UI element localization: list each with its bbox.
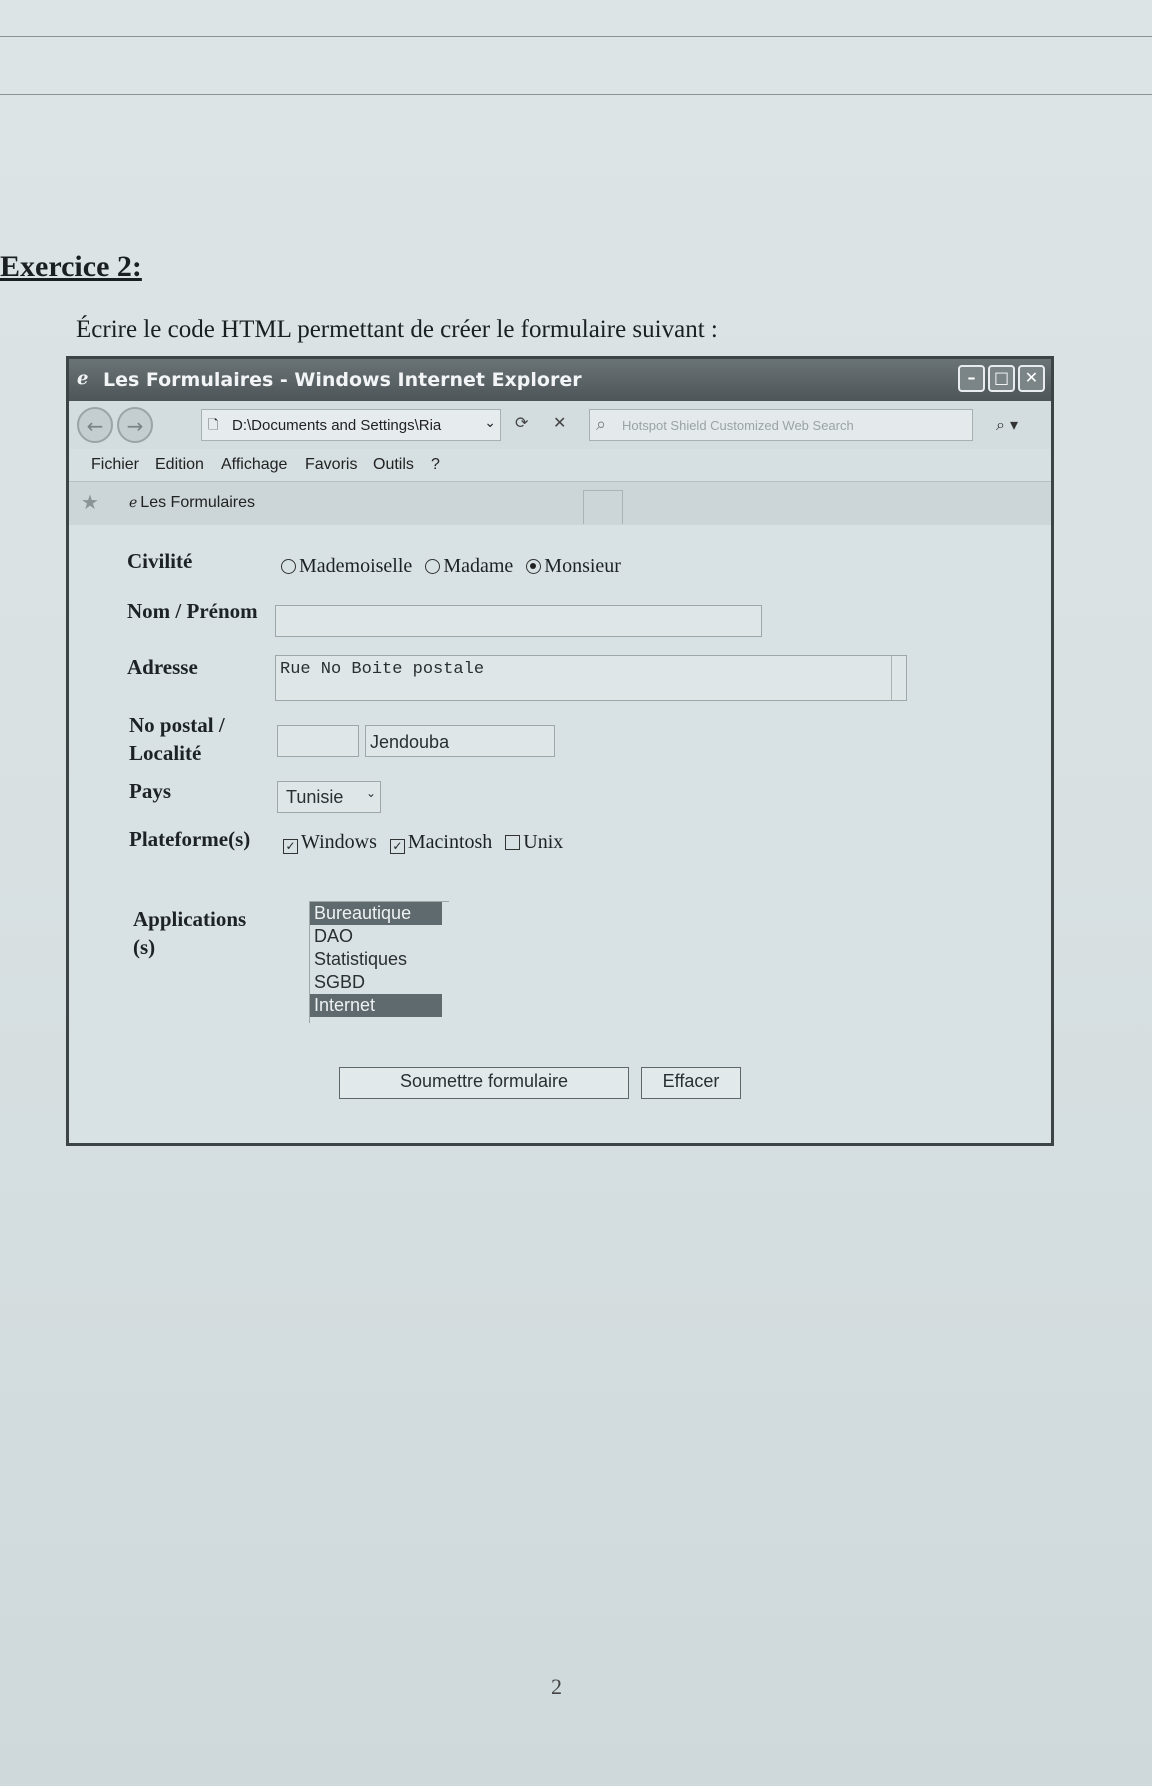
adresse-textarea[interactable]: Rue No Boite postale xyxy=(275,655,907,701)
chevron-down-icon[interactable]: ⌄ xyxy=(484,414,496,431)
menu-bar: Fichier Edition Affichage Favoris Outils… xyxy=(69,449,1051,481)
checkbox-checked-icon: ✓ xyxy=(283,839,298,854)
search-icon: ⌕ xyxy=(596,414,607,434)
applications-label-suffix: (s) xyxy=(133,935,156,959)
browser-window: ℯ Les Formulaires - Windows Internet Exp… xyxy=(66,356,1054,1146)
favorites-star-icon[interactable]: ★ xyxy=(81,490,99,515)
nom-label: Nom / Prénom xyxy=(127,599,258,623)
ie-page-icon: ℯ xyxy=(129,494,138,510)
tab-les-formulaires[interactable]: ℯ Les Formulaires xyxy=(129,494,255,512)
pays-select[interactable]: Tunisie ⌄ xyxy=(277,781,381,813)
checkbox-unchecked-icon xyxy=(505,835,521,850)
city-value: Jendouba xyxy=(370,732,450,752)
menu-item-affichage[interactable]: Affichage xyxy=(221,456,287,474)
new-tab-button[interactable] xyxy=(583,490,623,524)
list-item-sgbd[interactable]: SGBD xyxy=(310,971,449,994)
reset-button[interactable]: Effacer xyxy=(641,1067,741,1099)
search-go-icon[interactable]: ⌕ ▾ xyxy=(981,411,1033,439)
radio-monsieur[interactable]: Monsieur xyxy=(526,555,621,577)
list-item-dao[interactable]: DAO xyxy=(310,925,449,948)
checkbox-unix[interactable]: Unix xyxy=(505,831,563,853)
civilite-options: Mademoiselle Madame Monsieur xyxy=(281,555,621,578)
exercise-title: Exercice 2: xyxy=(0,250,142,283)
page-content: Civilité Mademoiselle Madame Monsieur No… xyxy=(69,525,1051,1143)
tab-title: Les Formulaires xyxy=(140,494,255,511)
header-rule-top xyxy=(0,36,1152,37)
search-input[interactable]: ⌕ Hotspot Shield Customized Web Search xyxy=(589,409,973,441)
radio-circle-icon xyxy=(281,559,296,574)
radio-circle-icon xyxy=(425,559,441,574)
radio-selected-icon xyxy=(526,559,542,574)
back-arrow-icon[interactable]: ← xyxy=(77,407,113,443)
refresh-icon[interactable]: ⟳ xyxy=(515,413,528,432)
minimize-icon[interactable]: – xyxy=(958,365,985,392)
browser-titlebar: ℯ Les Formulaires - Windows Internet Exp… xyxy=(69,359,1051,401)
exercise-instruction: Écrire le code HTML permettant de créer … xyxy=(76,316,718,343)
forward-arrow-icon[interactable]: → xyxy=(117,407,153,443)
postal-code-input[interactable] xyxy=(277,725,359,757)
city-input[interactable]: Jendouba xyxy=(365,725,555,757)
submit-button[interactable]: Soumettre formulaire xyxy=(339,1067,629,1099)
list-item-bureautique[interactable]: Bureautique xyxy=(310,902,442,925)
pays-label: Pays xyxy=(129,779,171,803)
plateforme-label: Plateforme(s) xyxy=(129,827,251,851)
checkbox-checked-icon: ✓ xyxy=(389,839,405,854)
page-icon: 🗋 xyxy=(208,417,219,432)
postal-label: No postal / xyxy=(129,713,225,737)
search-placeholder: Hotspot Shield Customized Web Search xyxy=(622,418,854,433)
nom-input[interactable] xyxy=(275,605,762,637)
textarea-scrollbar[interactable] xyxy=(891,656,906,700)
header-rule-bottom xyxy=(0,94,1152,95)
checkbox-windows[interactable]: ✓ Windows xyxy=(283,831,377,854)
address-bar[interactable]: 🗋 D:\Documents and Settings\Ria ⌄ xyxy=(201,409,501,441)
localite-label: Localité xyxy=(129,741,202,765)
plateforme-options: ✓ Windows ✓ Macintosh Unix xyxy=(283,831,563,854)
page-number: 2 xyxy=(551,1674,562,1699)
civilite-label: Civilité xyxy=(127,549,193,573)
worksheet-page: Exercice 2: Écrire le code HTML permetta… xyxy=(0,0,1152,1786)
maximize-icon[interactable]: □ xyxy=(988,365,1015,392)
window-title: Les Formulaires - Windows Internet Explo… xyxy=(103,369,582,391)
ie-logo-icon: ℯ xyxy=(77,368,89,389)
menu-item-fichier[interactable]: Fichier xyxy=(91,456,139,474)
applications-listbox[interactable]: Bureautique DAO Statistiques SGBD Intern… xyxy=(309,901,449,1023)
tab-bar: ★ ℯ Les Formulaires xyxy=(69,481,1051,528)
address-value: D:\Documents and Settings\Ria xyxy=(232,417,442,434)
adresse-label: Adresse xyxy=(127,655,198,679)
menu-item-outils[interactable]: Outils xyxy=(373,456,414,474)
menu-item-help[interactable]: ? xyxy=(431,456,440,474)
applications-label: Applications xyxy=(133,907,247,931)
radio-mademoiselle[interactable]: Mademoiselle xyxy=(281,555,412,577)
list-item-statistiques[interactable]: Statistiques xyxy=(310,948,449,971)
menu-item-favoris[interactable]: Favoris xyxy=(305,456,357,474)
close-icon[interactable]: ✕ xyxy=(1018,365,1045,392)
stop-icon[interactable]: ✕ xyxy=(553,413,566,432)
checkbox-macintosh[interactable]: ✓ Macintosh xyxy=(389,831,492,854)
menu-item-edition[interactable]: Edition xyxy=(155,456,204,474)
navigation-bar: ← → 🗋 D:\Documents and Settings\Ria ⌄ ⟳ … xyxy=(69,401,1051,450)
list-item-internet[interactable]: Internet xyxy=(310,994,442,1017)
radio-madame[interactable]: Madame xyxy=(425,555,513,577)
chevron-down-icon: ⌄ xyxy=(365,786,376,800)
pays-selected-value: Tunisie xyxy=(286,787,344,807)
adresse-value: Rue No Boite postale xyxy=(280,660,485,679)
